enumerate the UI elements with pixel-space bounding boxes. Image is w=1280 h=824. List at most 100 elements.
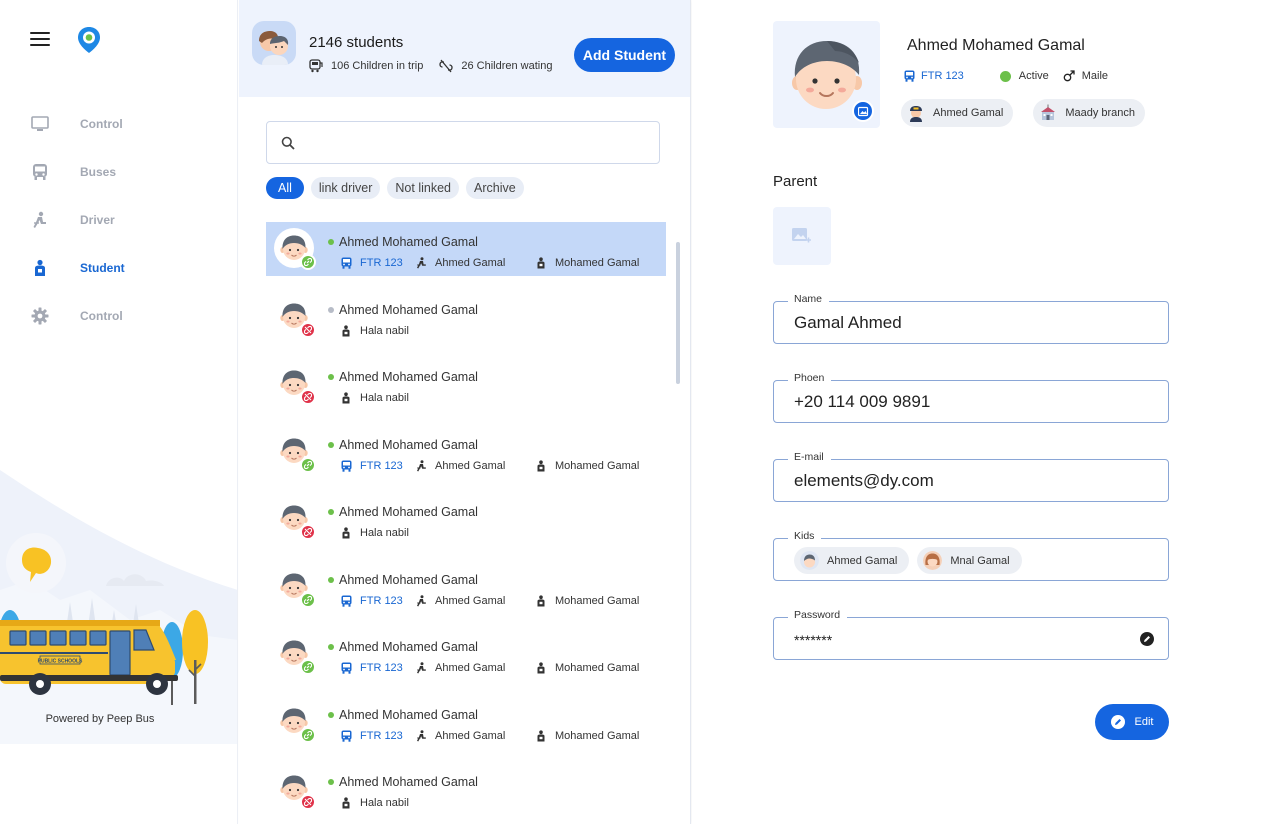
link-icon xyxy=(300,659,316,675)
student-row[interactable]: Ahmed Mohamed Gamal Hala nabil xyxy=(266,492,666,546)
student-name: Ahmed Mohamed Gamal xyxy=(339,437,478,452)
status-dot xyxy=(328,576,334,583)
student-icon xyxy=(30,258,50,278)
parent-name-label: Name xyxy=(788,293,830,305)
student-parent: Hala nabil xyxy=(360,324,409,337)
sidebar-item-label: Driver xyxy=(80,213,115,227)
sidebar-item-driver[interactable]: Driver xyxy=(0,196,237,244)
branch-tag[interactable]: Maady branch xyxy=(1033,99,1146,127)
edit-button-label: Edit xyxy=(1134,716,1154,728)
image-edit-icon xyxy=(857,106,868,116)
sidebar-item-control[interactable]: Control xyxy=(0,100,237,148)
student-parent: Mohamed Gamal xyxy=(555,662,640,674)
profile-bus: FTR 123 xyxy=(921,70,964,82)
bus-sign-text: PUBLIC SCHOOLS xyxy=(38,659,83,665)
student-meta: Hala nabil xyxy=(340,527,409,539)
student-row[interactable]: Ahmed Mohamed Gamal Hala nabil xyxy=(266,290,666,344)
student-bus: FTR 123 xyxy=(360,257,403,269)
add-student-button[interactable]: Add Student xyxy=(574,38,675,72)
driver-icon xyxy=(415,662,427,674)
parent-phone-input[interactable] xyxy=(794,391,1134,413)
parent-name-input[interactable] xyxy=(794,312,1134,334)
student-name: Ahmed Mohamed Gamal xyxy=(339,775,478,789)
student-row[interactable]: Ahmed Mohamed Gamal FTR 123 Ahmed Gamal Moh… xyxy=(266,627,666,681)
sidebar-item-settings[interactable]: Control xyxy=(0,292,237,340)
sidebar-item-label: Student xyxy=(80,261,125,275)
school-building-icon xyxy=(1039,104,1057,122)
edit-button[interactable]: Edit xyxy=(1095,704,1169,740)
student-row[interactable]: Ahmed Mohamed Gamal Hala nabil xyxy=(266,357,666,411)
sidebar-nav: Control Buses Driver Student Control xyxy=(0,100,237,340)
filter-link-driver[interactable]: link driver xyxy=(310,177,381,199)
filter-all[interactable]: All xyxy=(266,177,304,199)
parent-password-label: Password xyxy=(788,609,848,621)
sidebar-item-student[interactable]: Student xyxy=(0,244,237,292)
student-meta: FTR 123 Ahmed Gamal Mohamed Gamal xyxy=(340,257,639,269)
student-row[interactable]: Ahmed Mohamed Gamal FTR 123 Ahmed Gamal Moh… xyxy=(266,560,666,614)
kid-name: Ahmed Gamal xyxy=(827,554,898,567)
student-meta: Hala nabil xyxy=(340,797,409,809)
parent-icon xyxy=(535,662,547,674)
parent-icon xyxy=(535,459,547,472)
parent-icon xyxy=(340,527,352,539)
filter-archive[interactable]: Archive xyxy=(466,177,524,199)
student-driver: Ahmed Gamal xyxy=(435,729,506,742)
profile-gender-label: Maile xyxy=(1081,70,1109,82)
list-scrollbar[interactable] xyxy=(676,242,680,384)
hamburger-menu-icon[interactable] xyxy=(30,32,50,48)
filter-not-linked[interactable]: Not linked xyxy=(387,177,459,199)
parent-password-input[interactable] xyxy=(794,629,1134,651)
student-search-box[interactable] xyxy=(266,121,660,164)
driver-tag[interactable]: Ahmed Gamal xyxy=(901,99,1014,127)
parent-icon xyxy=(535,729,547,742)
pencil-icon xyxy=(1110,715,1125,729)
status-dot xyxy=(328,441,334,448)
student-driver: Ahmed Gamal xyxy=(435,662,506,674)
unlink-icon xyxy=(300,321,316,338)
change-photo-button[interactable] xyxy=(852,100,874,122)
status-dot xyxy=(328,644,334,650)
student-bus: FTR 123 xyxy=(360,459,403,472)
password-edit-icon[interactable] xyxy=(1140,632,1154,646)
student-meta: Hala nabil xyxy=(340,325,409,337)
kids-chips: Ahmed Gamal Mnal Gamal xyxy=(794,547,1030,574)
student-row[interactable]: Ahmed Mohamed Gamal FTR 123 Ahmed Gamal Moh… xyxy=(266,222,666,276)
student-parent: Mohamed Gamal xyxy=(555,257,640,269)
parent-phone-field: Phoen xyxy=(773,372,1169,423)
student-parent: Mohamed Gamal xyxy=(555,459,640,472)
kid-chip[interactable]: Mnal Gamal xyxy=(917,547,1022,574)
student-meta: FTR 123 Ahmed Gamal Mohamed Gamal xyxy=(340,595,639,607)
status-dot xyxy=(328,239,334,245)
filter-chips: All link driver Not linked Archive xyxy=(266,177,531,199)
parent-kids-label: Kids xyxy=(788,530,822,542)
kid-name: Mnal Gamal xyxy=(950,554,1010,567)
student-row[interactable]: Ahmed Mohamed Gamal FTR 123 Ahmed Gamal Moh… xyxy=(266,695,666,749)
parent-photo-upload[interactable] xyxy=(773,207,831,265)
bus-trip-icon xyxy=(309,59,323,73)
male-icon xyxy=(1063,70,1075,82)
student-row[interactable]: Ahmed Mohamed Gamal FTR 123 Ahmed Gamal Moh… xyxy=(266,425,666,479)
student-row[interactable]: Ahmed Mohamed Gamal Hala nabil xyxy=(266,762,666,816)
driver-icon xyxy=(415,729,427,742)
unlink-icon xyxy=(300,794,316,810)
driver-icon xyxy=(30,210,50,230)
parent-kids-field: Kids Ahmed Gamal Mnal Gamal xyxy=(773,530,1169,581)
bus-icon xyxy=(340,662,352,674)
parent-email-input[interactable] xyxy=(794,470,1134,492)
status-dot xyxy=(328,306,334,313)
sidebar-item-buses[interactable]: Buses xyxy=(0,148,237,196)
monitor-icon xyxy=(30,114,50,134)
kid-chip[interactable]: Ahmed Gamal xyxy=(794,547,910,574)
profile-status: Active xyxy=(1018,70,1049,82)
boy-avatar-icon xyxy=(800,551,819,570)
app-logo-icon[interactable] xyxy=(76,26,102,54)
student-driver: Ahmed Gamal xyxy=(435,459,506,472)
search-input[interactable] xyxy=(305,127,659,158)
parent-section-title: Parent xyxy=(773,173,818,190)
search-icon xyxy=(281,136,295,150)
link-icon xyxy=(300,591,316,608)
student-parent: Hala nabil xyxy=(360,797,409,809)
powered-by-text: Powered by Peep Bus xyxy=(45,713,155,725)
student-list: Ahmed Mohamed Gamal FTR 123 Ahmed Gamal Moh… xyxy=(266,222,666,824)
profile-gender: Maile xyxy=(1063,70,1108,82)
